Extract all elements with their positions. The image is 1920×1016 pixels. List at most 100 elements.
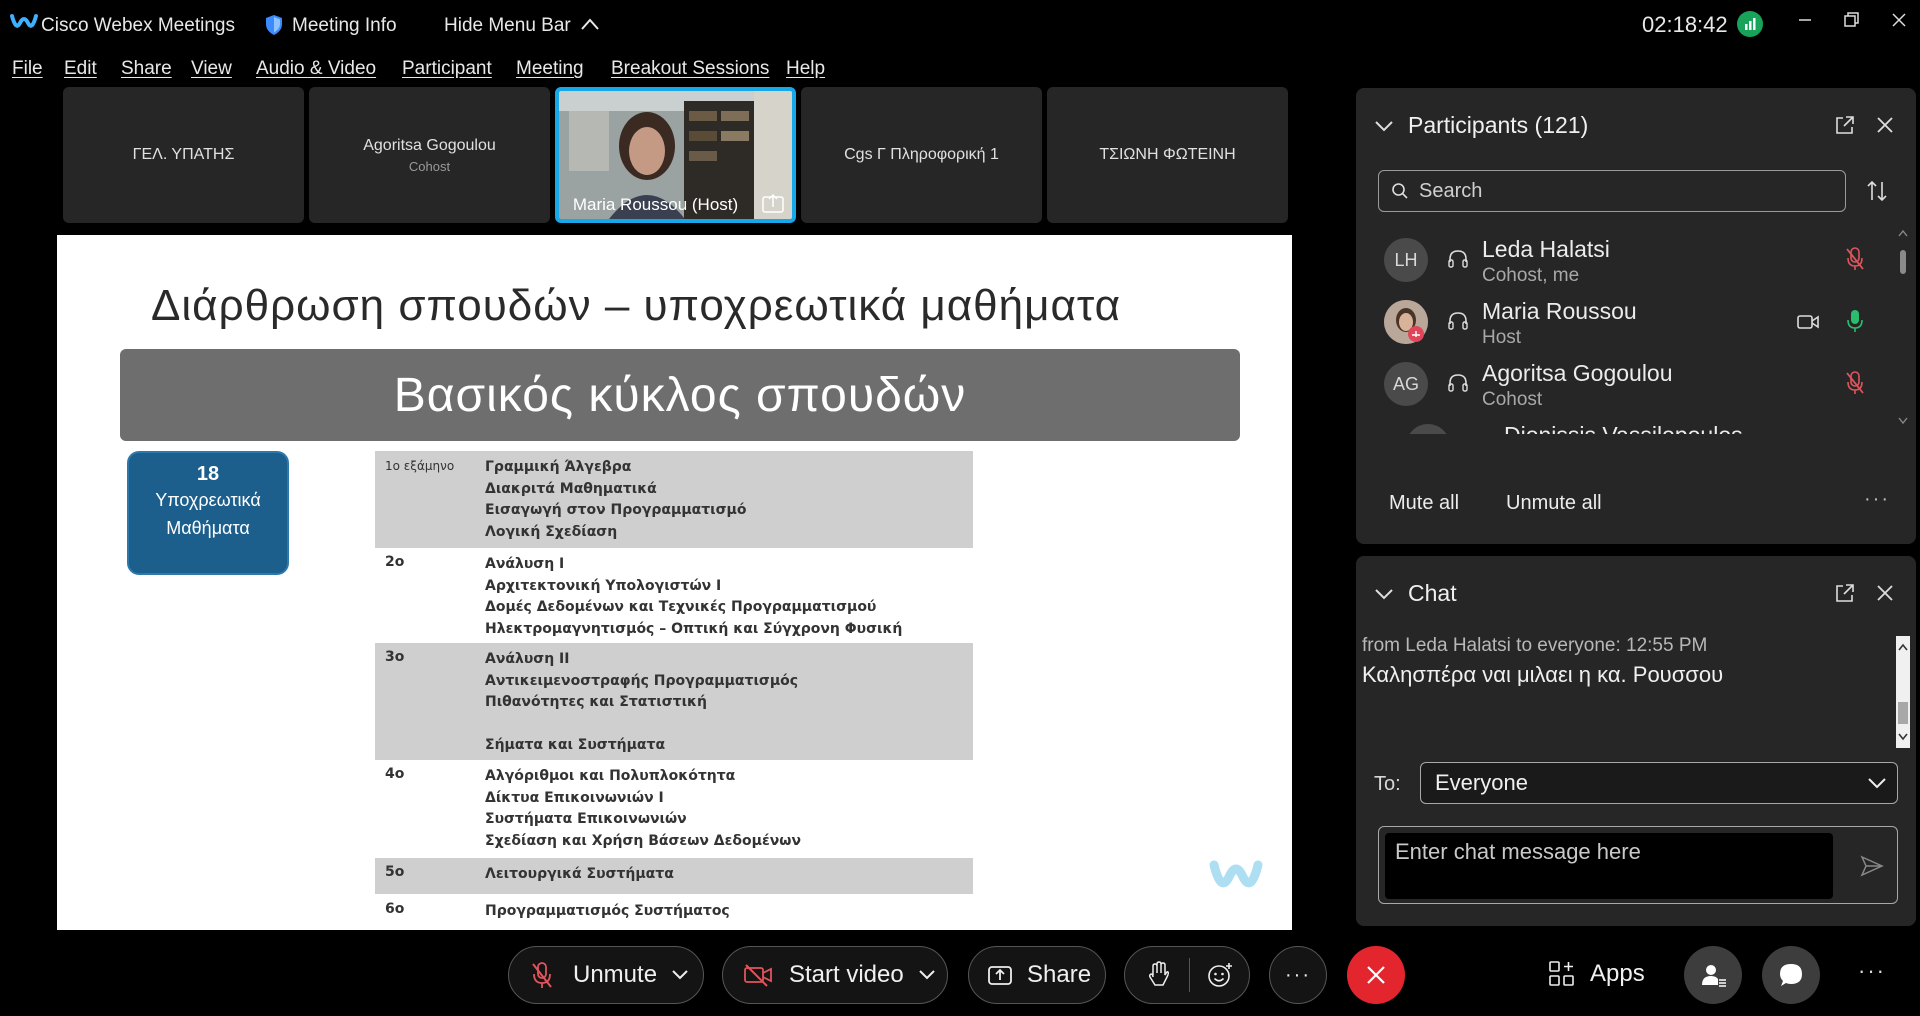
participant-row[interactable]: AG Agoritsa Gogoulou Cohost	[1378, 352, 1878, 422]
emoji-reaction-icon[interactable]	[1206, 961, 1234, 989]
close-icon[interactable]	[1874, 582, 1896, 604]
menu-file[interactable]: File	[12, 58, 43, 80]
app-title: Cisco Webex Meetings	[41, 15, 235, 36]
semester-block: 4ο Αλγόριθμοι και Πολυπλοκότητα Δίκτυα Ε…	[375, 760, 973, 858]
sort-icon[interactable]	[1864, 178, 1890, 204]
participant-name: Dionissis Vassilopoulos	[1504, 422, 1743, 434]
close-window-icon[interactable]	[1884, 8, 1914, 32]
webex-watermark-icon	[1209, 860, 1263, 888]
menu-share[interactable]: Share	[121, 58, 172, 80]
mic-muted-icon[interactable]	[1844, 246, 1866, 272]
mute-all-button[interactable]: Mute all	[1389, 492, 1459, 515]
badge-label: Υποχρεωτικά	[155, 490, 261, 510]
participant-role: Cohost, me	[1482, 265, 1580, 286]
participants-icon	[1702, 965, 1726, 987]
shield-icon[interactable]	[265, 14, 283, 36]
participants-header[interactable]: Participants (121)	[1374, 112, 1588, 139]
menu-help[interactable]: Help	[786, 58, 825, 80]
unmute-button[interactable]: Unmute	[508, 946, 704, 1004]
menu-bar: File Edit Share View Audio & Video Parti…	[0, 54, 900, 86]
semester-label: 6ο	[385, 901, 405, 917]
menu-edit[interactable]: Edit	[64, 58, 97, 80]
semester-label: 2ο	[385, 554, 405, 570]
participant-row[interactable]: Dionissis Vassilopoulos	[1400, 414, 1878, 434]
chat-toggle-button[interactable]	[1762, 946, 1820, 1004]
more-options-icon[interactable]: ···	[1864, 488, 1890, 511]
chat-header[interactable]: Chat	[1374, 580, 1457, 607]
video-camera-icon[interactable]	[1796, 312, 1820, 332]
search-input[interactable]	[1419, 179, 1819, 203]
send-icon[interactable]	[1859, 853, 1885, 879]
video-off-icon	[744, 964, 772, 987]
pop-out-icon[interactable]	[1834, 582, 1856, 604]
chevron-down-icon[interactable]	[1374, 119, 1394, 133]
apps-label: Apps	[1590, 960, 1645, 987]
participant-row-clip: Dionissis Vassilopoulos	[1378, 414, 1878, 434]
share-label: Share	[1027, 961, 1092, 988]
share-button[interactable]: Share	[968, 946, 1106, 1004]
chat-scrollbar[interactable]	[1896, 636, 1910, 748]
video-tile[interactable]: ΓΕΛ. ΥΠΑΤΗΣ	[63, 87, 304, 223]
video-tile[interactable]: Cgs Γ Πληροφορική 1	[801, 87, 1042, 223]
semester-block: 5ο Λειτουργικά Συστήματα	[375, 858, 973, 894]
start-video-label: Start video	[789, 961, 904, 988]
chat-input[interactable]	[1385, 833, 1833, 899]
avatar: LH	[1384, 238, 1428, 282]
restore-icon[interactable]	[1836, 8, 1866, 32]
meeting-info-button[interactable]: Meeting Info	[292, 15, 397, 37]
participant-search[interactable]	[1378, 170, 1846, 212]
semester-label: 5ο	[385, 864, 405, 880]
avatar	[1384, 300, 1428, 344]
meeting-controls: Unmute Start video Share ··· Apps ···	[0, 930, 1920, 1016]
chat-recipient-dropdown[interactable]: Everyone	[1420, 762, 1898, 804]
participant-role: Cohost	[1482, 389, 1543, 410]
course-count-badge: 18 Υποχρεωτικά Μαθήματα	[127, 451, 289, 575]
menu-breakout-sessions[interactable]: Breakout Sessions	[611, 58, 769, 80]
slide-banner-text: Βασικός κύκλος σπουδών	[393, 368, 967, 422]
more-options-button[interactable]: ···	[1269, 946, 1327, 1004]
avatar-photo	[1384, 300, 1428, 344]
chat-title: Chat	[1408, 580, 1457, 606]
chevron-down-icon[interactable]	[918, 969, 936, 981]
semester-label: 4ο	[385, 766, 405, 782]
menu-audio-video[interactable]: Audio & Video	[256, 58, 376, 80]
avatar	[1406, 424, 1450, 434]
mic-on-icon[interactable]	[1844, 308, 1866, 334]
video-tile[interactable]: ΤΣΙΩΝΗ ΦΩΤΕΙΝΗ	[1047, 87, 1288, 223]
more-options-icon[interactable]: ···	[1858, 958, 1886, 984]
menu-meeting[interactable]: Meeting	[516, 58, 584, 80]
leave-meeting-button[interactable]	[1347, 946, 1405, 1004]
headset-icon	[1448, 250, 1468, 268]
unmute-all-button[interactable]: Unmute all	[1506, 492, 1602, 515]
chevron-up-icon[interactable]	[580, 16, 600, 32]
network-signal-icon[interactable]	[1737, 11, 1763, 37]
participant-row[interactable]: LH Leda Halatsi Cohost, me	[1378, 228, 1878, 298]
badge-label: Μαθήματα	[166, 518, 250, 538]
chat-to-label: To:	[1374, 773, 1401, 795]
mic-muted-icon[interactable]	[1844, 370, 1866, 396]
participants-toggle-button[interactable]	[1684, 946, 1742, 1004]
semester-courses: Ανάλυση ΙΙ Αντικειμενοστραφής Προγραμματ…	[485, 651, 799, 753]
chevron-down-icon[interactable]	[671, 969, 689, 981]
tile-name: Agoritsa Gogoulou	[363, 136, 496, 154]
participants-scrollbar[interactable]	[1896, 228, 1910, 428]
mic-muted-icon	[532, 962, 552, 988]
menu-participant[interactable]: Participant	[402, 58, 492, 80]
shared-content: Διάρθρωση σπουδών – υποχρεωτικά μαθήματα…	[57, 235, 1292, 930]
apps-button[interactable]: Apps	[1548, 960, 1645, 988]
pop-out-icon[interactable]	[1834, 114, 1856, 136]
reactions-group	[1124, 946, 1250, 1004]
hide-menu-bar-button[interactable]: Hide Menu Bar	[444, 15, 571, 37]
video-tile[interactable]: Agoritsa Gogoulou Cohost	[309, 87, 550, 223]
start-video-button[interactable]: Start video	[722, 946, 948, 1004]
chat-message-meta: from Leda Halatsi to everyone: 12:55 PM	[1362, 635, 1708, 656]
minimize-icon[interactable]	[1790, 8, 1820, 32]
active-speaker-tile[interactable]: Maria Roussou (Host)	[555, 87, 796, 223]
raise-hand-icon[interactable]	[1145, 961, 1171, 989]
chevron-down-icon[interactable]	[1374, 587, 1394, 601]
menu-view[interactable]: View	[191, 58, 232, 80]
close-icon[interactable]	[1874, 114, 1896, 136]
slide-banner: Βασικός κύκλος σπουδών	[120, 349, 1240, 441]
participant-row[interactable]: Maria Roussou Host	[1378, 290, 1878, 360]
headset-icon	[1448, 312, 1468, 330]
